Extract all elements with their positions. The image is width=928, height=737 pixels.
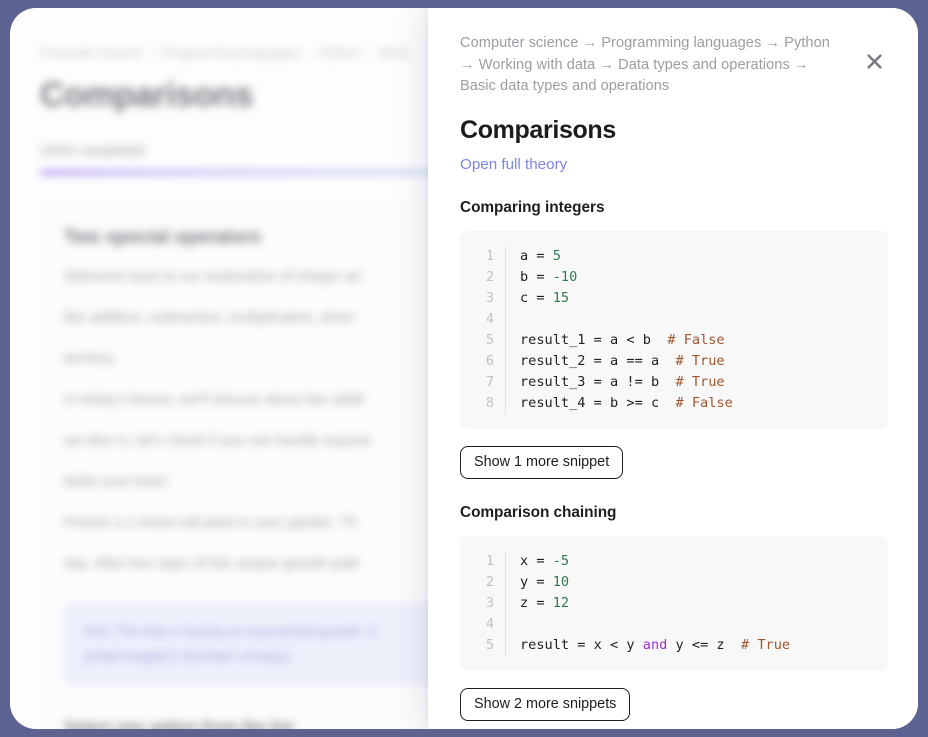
- breadcrumb: Computer science → Programming languages…: [460, 35, 830, 94]
- theory-sections: Comparing integers 1 a = 52b = -10 3 c = 15 4…: [460, 199, 888, 722]
- code-line-text: b = -10: [506, 267, 577, 288]
- code-line-number: 3: [460, 592, 506, 614]
- code-token: a =: [520, 247, 553, 264]
- code-line-number: 5: [460, 634, 506, 656]
- code-token: result_2 = a == a: [520, 352, 676, 369]
- code-line-text: a = 5: [506, 246, 561, 267]
- code-line: 6 result_2 = a == a # True: [460, 350, 888, 372]
- code-line-number: 8: [460, 392, 506, 414]
- code-line: 4: [460, 308, 888, 330]
- app-frame: Computer science → Programming languages…: [0, 0, 928, 737]
- code-line: 8 result_4 = b >= c # False: [460, 392, 888, 414]
- code-line: 5 result = x < y and y <= z # True: [460, 634, 888, 656]
- code-line-number: 7: [460, 371, 506, 393]
- code-token: y =: [520, 573, 553, 590]
- code-token: 10: [552, 573, 570, 590]
- code-line-number: 2: [460, 571, 506, 593]
- code-token: -10: [552, 268, 578, 285]
- code-line-number: 4: [460, 613, 506, 635]
- code-block: 1a = 52b = -10 3 c = 15 4 5 result_1 = a < b…: [460, 230, 888, 429]
- code-token: result = x < y: [520, 636, 643, 653]
- code-line: 1x = -5: [460, 550, 888, 572]
- code-line-text: result_2 = a == a # True: [506, 351, 725, 372]
- code-line-number: 4: [460, 308, 506, 330]
- code-line-text: c = 15: [506, 288, 569, 309]
- code-line: 2b = -10: [460, 266, 888, 288]
- code-block: 1x = -5 2 y = 10 3 z = 12 4 5 result = x < y a…: [460, 535, 888, 671]
- code-line: 5 result_1 = a < b # False: [460, 329, 888, 351]
- code-line-number: 6: [460, 350, 506, 372]
- code-line: 7 result_3 = a != b # True: [460, 371, 888, 393]
- code-line-text: y = 10: [506, 572, 569, 593]
- code-token: 15: [552, 289, 570, 306]
- theory-panel-scroll-area[interactable]: Computer science → Programming languages…: [428, 8, 918, 729]
- page-title: Comparisons: [460, 115, 616, 144]
- code-token: # True: [741, 636, 791, 653]
- section-heading: Comparing integers: [460, 198, 605, 216]
- code-line-number: 3: [460, 287, 506, 309]
- code-line: 2y = 10: [460, 571, 888, 593]
- code-token: x =: [520, 552, 553, 569]
- code-line-text: result_4 = b >= c # False: [506, 393, 733, 414]
- open-full-theory-link[interactable]: Open full theory: [460, 156, 567, 173]
- code-token: 5: [552, 247, 561, 264]
- code-line-text: result_3 = a != b # True: [506, 372, 725, 393]
- code-line-text: result = x < y and y <= z # True: [506, 635, 790, 656]
- show-more-snippets-button[interactable]: Show 2 more snippets: [460, 687, 631, 722]
- theory-side-panel: Computer science → Programming languages…: [428, 8, 918, 729]
- code-token: result_4 = b >= c: [520, 394, 676, 411]
- code-line: 3z = 12: [460, 592, 888, 614]
- code-token: # True: [675, 373, 725, 390]
- code-token: # True: [675, 352, 725, 369]
- code-token: c =: [520, 289, 553, 306]
- code-line-number: 5: [460, 329, 506, 351]
- code-token: b =: [520, 268, 553, 285]
- code-token: result_3 = a != b: [520, 373, 676, 390]
- code-line: 3c = 15: [460, 287, 888, 309]
- code-line-text: z = 12: [506, 593, 569, 614]
- code-token: z =: [520, 594, 553, 611]
- code-token: y <= z: [667, 636, 741, 653]
- code-line-text: x = -5: [506, 551, 569, 572]
- lesson-card: Computer science → Programming languages…: [10, 8, 918, 729]
- close-panel-button[interactable]: [860, 47, 888, 75]
- code-line: 1a = 5: [460, 245, 888, 267]
- code-token: -5: [552, 552, 570, 569]
- section-heading: Comparison chaining: [460, 503, 617, 521]
- code-line: 4: [460, 613, 888, 635]
- code-token: # False: [675, 394, 733, 411]
- code-token: result_1 = a < b: [520, 331, 668, 348]
- code-line-number: 1: [460, 245, 506, 267]
- show-more-snippets-button[interactable]: Show 1 more snippet: [460, 445, 624, 479]
- code-line-number: 1: [460, 550, 506, 572]
- code-token: # False: [667, 331, 725, 348]
- close-icon: [866, 53, 882, 69]
- theory-panel-header: Computer science → Programming languages…: [460, 33, 888, 98]
- code-token: 12: [552, 594, 570, 611]
- code-line-number: 2: [460, 266, 506, 288]
- code-token: and: [642, 636, 668, 653]
- code-line-text: result_1 = a < b # False: [506, 330, 725, 351]
